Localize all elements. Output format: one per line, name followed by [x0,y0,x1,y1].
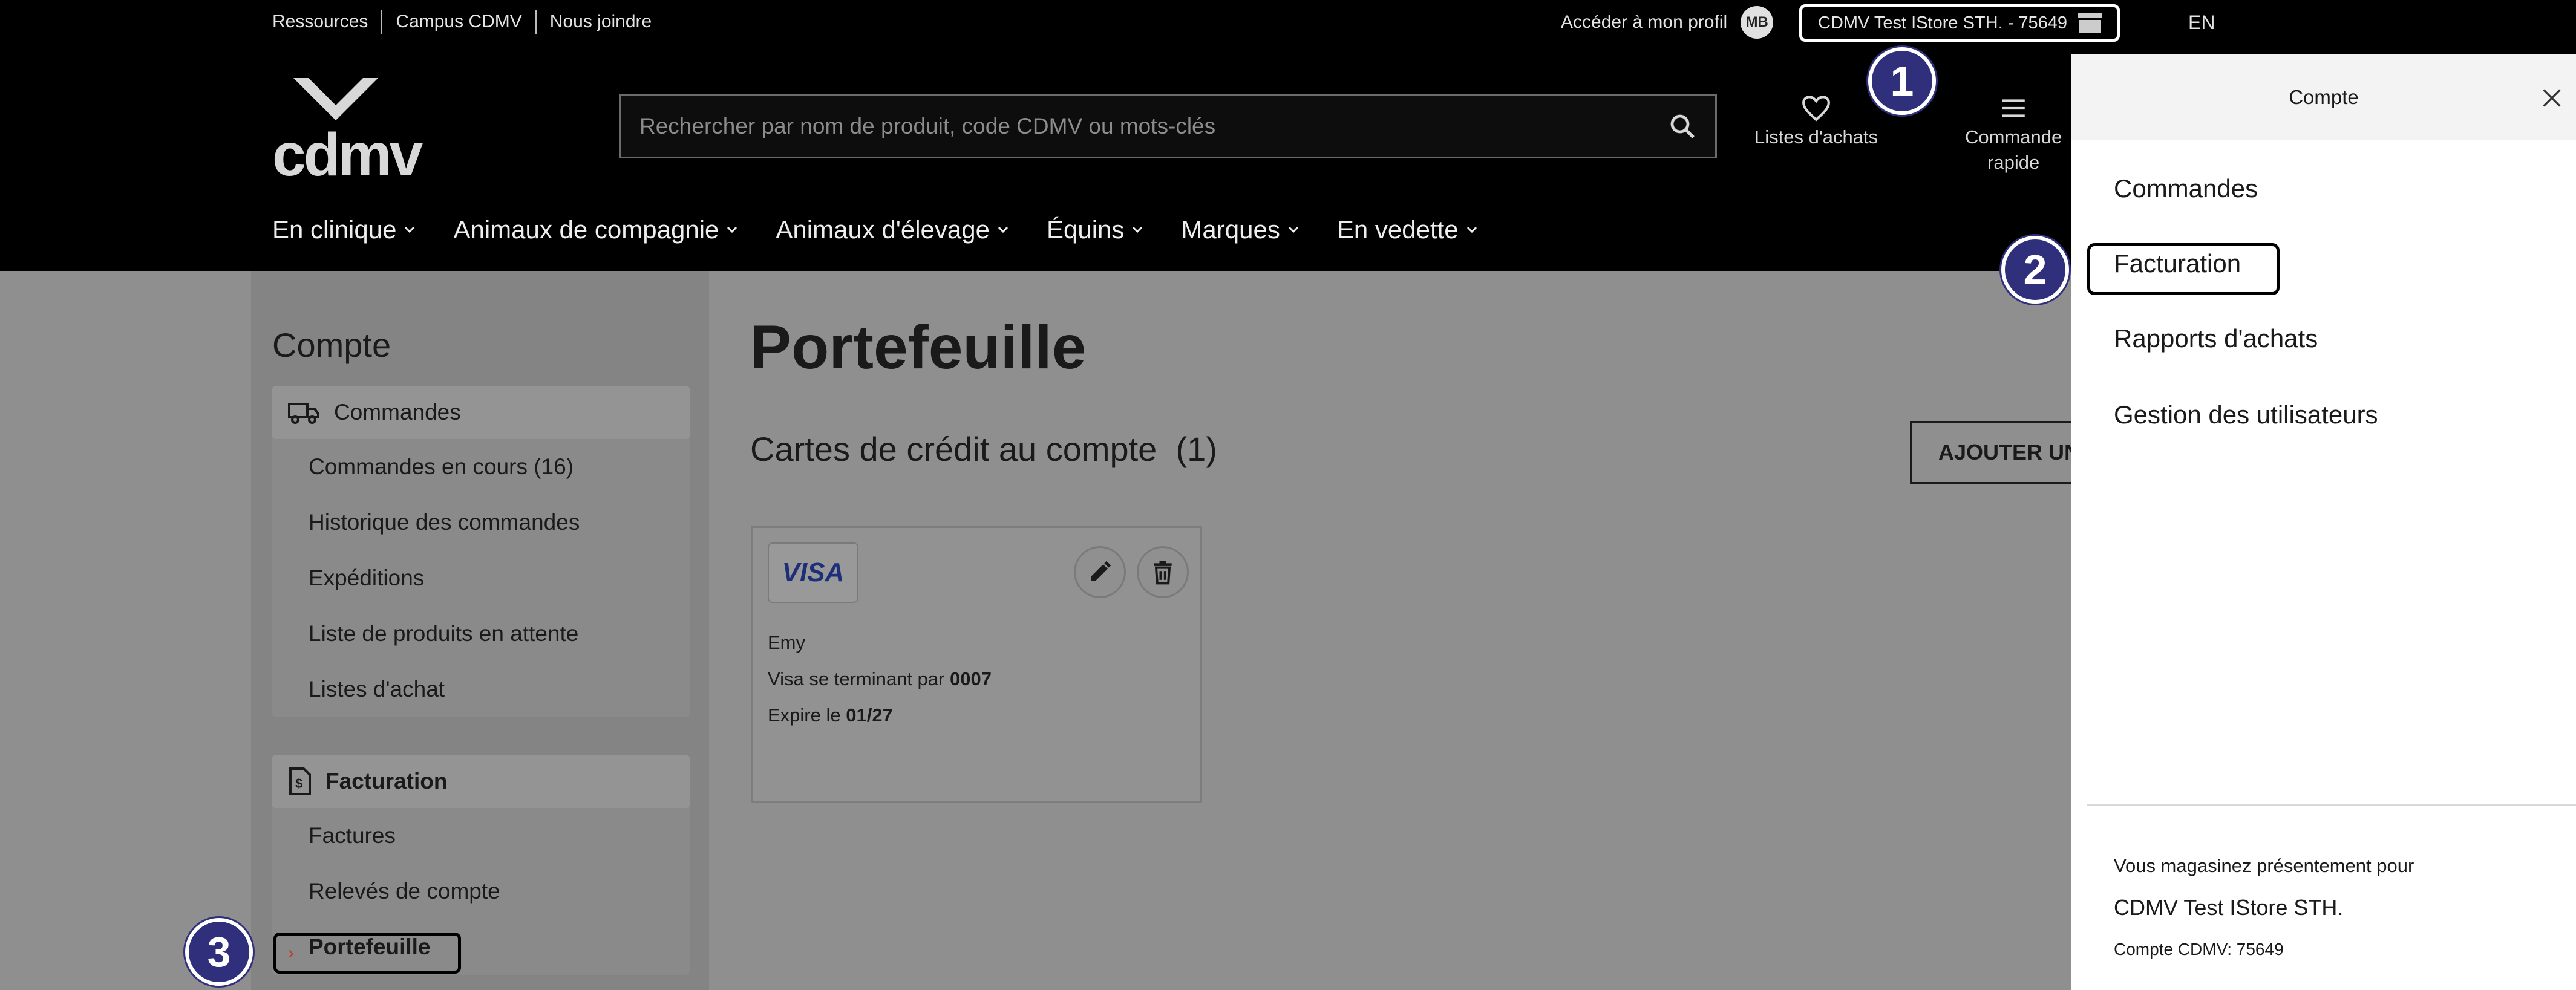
page-title: Portefeuille [750,313,1087,382]
card-count: (1) [1175,430,1217,468]
cdmv-logo[interactable]: cdmv [272,75,423,185]
nav-equine[interactable]: Équins [1047,215,1145,244]
highlight-billing [2087,243,2280,295]
sidebar-title: Compte [272,326,391,364]
panel-store-name: CDMV Test IStore STH. [2114,895,2344,920]
highlight-wallet [273,933,461,974]
sidebar-heading-label: Commandes [334,400,461,425]
chevron-down-icon [405,226,415,233]
main-content: Portefeuille Cartes de crédit au compte … [709,271,2091,990]
nav-label: Marques [1181,215,1280,244]
chevron-down-icon [727,226,737,233]
chevron-down-icon [1133,226,1143,233]
section-title: Cartes de crédit au compte (1) [750,429,1217,469]
nav-brands[interactable]: Marques [1181,215,1300,244]
heart-icon [1802,96,1830,122]
pencil-icon [1091,561,1111,581]
sidebar-group-orders: Commandes Commandes en cours (16) Histor… [272,386,690,717]
sidebar-heading-label: Facturation [325,769,448,793]
nav-label: Équins [1046,215,1125,244]
add-card-button[interactable]: AJOUTER UNE CARTE [1910,421,2091,484]
card-ending: Visa se terminant par 0007 [768,668,992,690]
shopping-for-label: Vous magasinez présentement pour [2114,855,2414,876]
chevron-down-icon [1466,226,1477,233]
store-icon [2077,13,2104,33]
search-icon[interactable] [1668,112,1697,141]
account-panel: Compte Commandes Facturation Rapports d'… [2071,54,2576,990]
sidebar-item-shopping-lists[interactable]: Listes d'achat [272,662,690,717]
sidebar-item-shipments[interactable]: Expéditions [272,550,690,606]
nav-in-clinic[interactable]: En clinique [272,215,417,244]
card-expiry-prefix: Expire le [768,705,846,726]
nav-label: Animaux de compagnie [453,215,719,244]
profile-link[interactable]: Accéder à mon profil MB [1561,6,1774,39]
quick-order-button[interactable]: Commande rapide [1965,94,2062,175]
avatar[interactable]: MB [1741,6,1774,39]
credit-card: VISA Emy Visa se terminant par 0007 Expi… [751,526,1202,803]
logo-text: cdmv [272,121,423,189]
quick-order-label-line2: rapide [1987,152,2040,173]
svg-text:$: $ [295,776,302,791]
section-title-label: Cartes de crédit au compte [750,430,1157,468]
util-link-resources[interactable]: Ressources [272,10,381,34]
card-expiry-value: 01/27 [846,705,893,726]
close-icon[interactable] [2540,86,2564,110]
annotation-badge-1: 1 [1868,47,1936,115]
card-ending-prefix: Visa se terminant par [768,668,950,689]
trash-icon [1154,561,1172,585]
card-holder: Emy [768,632,805,653]
panel-title: Compte [2289,86,2359,108]
visa-logo: VISA [768,542,858,603]
annotation-badge-2: 2 [2001,236,2069,304]
account-sidebar: Compte Commandes Commandes en cours (16)… [251,271,709,990]
language-toggle[interactable]: EN [2188,8,2215,36]
sidebar-item-order-history[interactable]: Historique des commandes [272,495,690,550]
util-link-contact[interactable]: Nous joindre [535,10,665,34]
sidebar-heading-billing[interactable]: $ Facturation [272,755,690,808]
chevron-down-icon [1288,226,1298,233]
nav-featured[interactable]: En vedette [1337,215,1479,244]
search-input[interactable] [639,114,1668,139]
store-label[interactable]: CDMV Test IStore STH. - 75649 [1818,13,2067,33]
nav-livestock[interactable]: Animaux d'élevage [776,215,1010,244]
panel-item-purchase-reports[interactable]: Rapports d'achats [2114,324,2318,353]
wishlist-button[interactable]: Listes d'achats [1754,94,1878,150]
panel-account-number: Compte CDMV: 75649 [2114,940,2284,959]
invoice-icon: $ [289,767,311,795]
search-bar[interactable] [619,94,1717,158]
nav-label: En vedette [1336,215,1459,244]
sidebar-item-backorders[interactable]: Liste de produits en attente [272,606,690,662]
nav-companion-animals[interactable]: Animaux de compagnie [453,215,739,244]
store-selector[interactable]: CDMV Test IStore STH. - 75649 [1799,4,2120,42]
main-nav: En clinique Animaux de compagnie Animaux… [272,210,1479,249]
card-ending-digits: 0007 [949,668,992,689]
annotation-badge-3: 3 [185,918,253,986]
panel-header: Compte [2071,54,2576,140]
sidebar-item-statements[interactable]: Relevés de compte [272,864,690,919]
profile-label[interactable]: Accéder à mon profil [1561,12,1727,33]
sidebar-item-open-orders[interactable]: Commandes en cours (16) [272,439,690,495]
wishlist-label: Listes d'achats [1754,126,1878,148]
edit-card-button[interactable] [1074,546,1126,598]
panel-divider [2087,804,2576,806]
delete-card-button[interactable] [1137,546,1189,598]
quick-order-label-line1: Commande [1965,126,2062,148]
chevron-down-icon [998,226,1008,233]
sidebar-heading-orders[interactable]: Commandes [272,386,690,439]
nav-label: En clinique [272,215,397,244]
truck-icon [288,403,319,424]
panel-item-user-management[interactable]: Gestion des utilisateurs [2114,400,2378,429]
nav-label: Animaux d'élevage [776,215,990,244]
util-link-campus[interactable]: Campus CDMV [381,10,535,34]
utility-links: Ressources Campus CDMV Nous joindre [272,10,665,34]
list-icon [2002,99,2025,117]
panel-item-orders[interactable]: Commandes [2114,174,2258,203]
card-expiry: Expire le 01/27 [768,705,893,726]
sidebar-item-invoices[interactable]: Factures [272,808,690,864]
